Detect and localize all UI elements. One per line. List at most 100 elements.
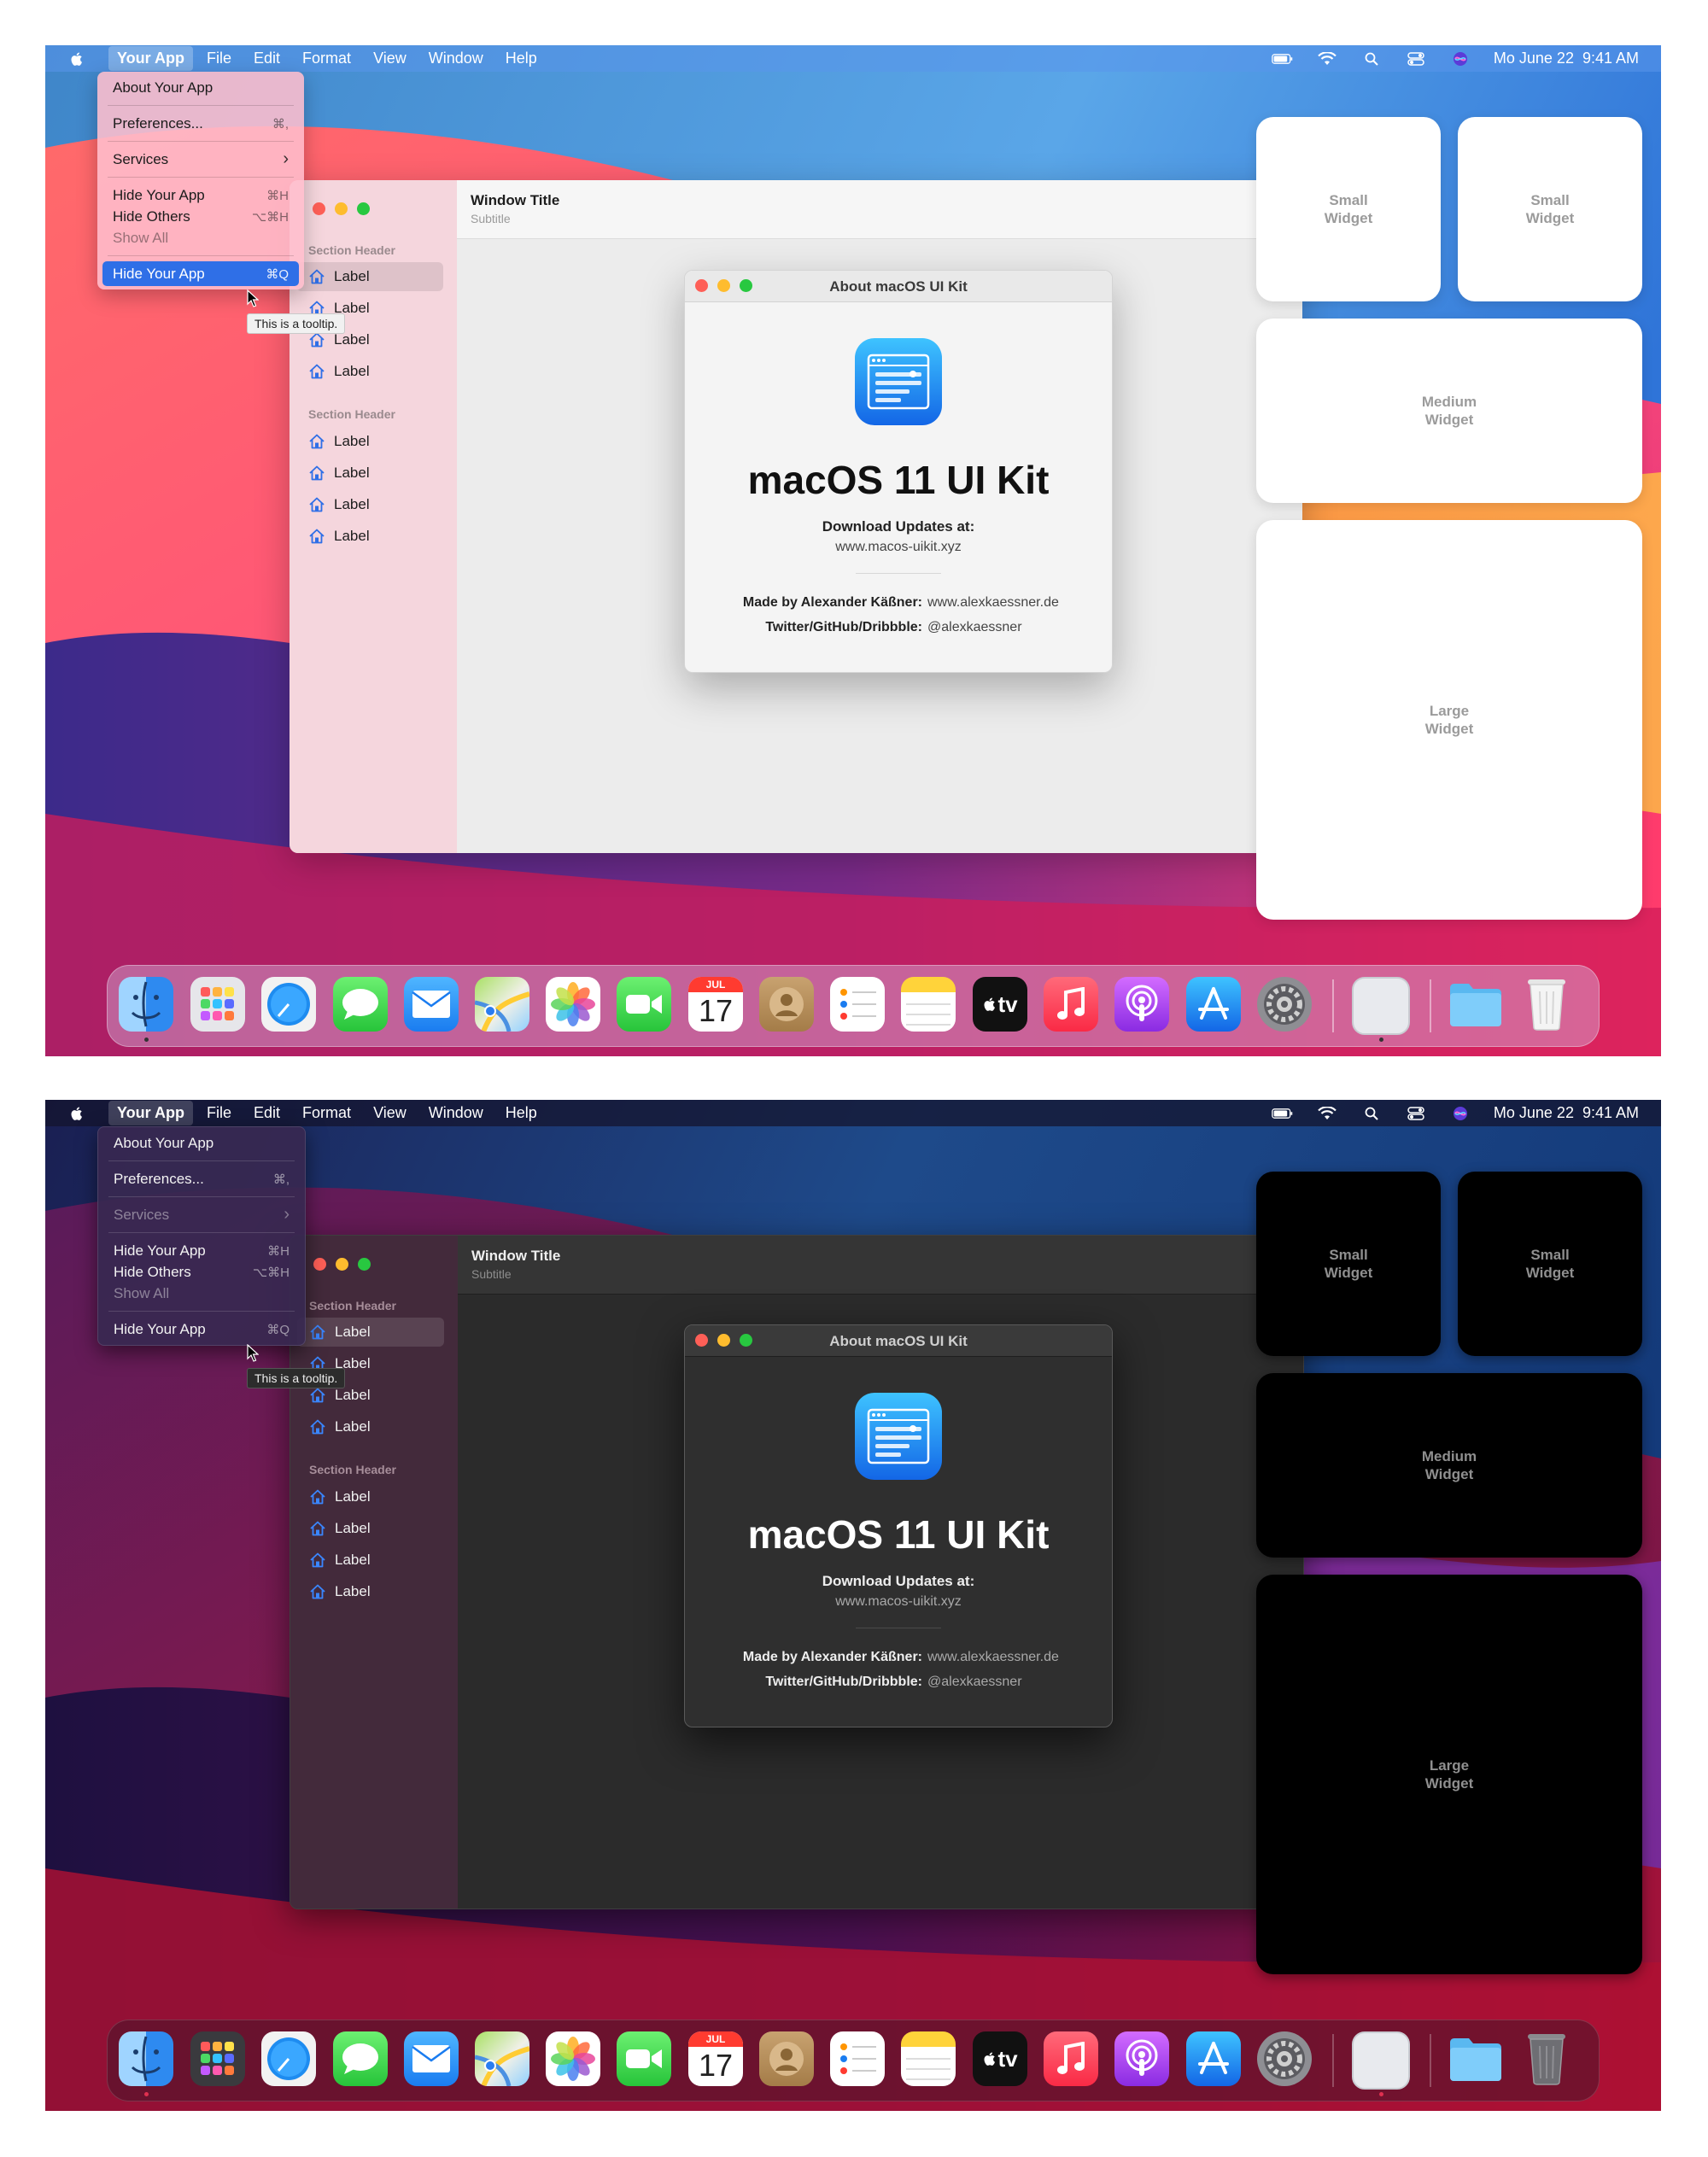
download-link[interactable]: www.macos-uikit.xyz [685, 540, 1112, 555]
menu-format[interactable]: Format [294, 46, 360, 71]
made-by-link[interactable]: www.alexkaessner.de [927, 595, 1059, 611]
launchpad-icon[interactable] [190, 2031, 245, 2086]
small-widget[interactable]: Small Widget [1458, 117, 1642, 301]
battery-icon[interactable] [1272, 1105, 1294, 1122]
apple-tv-icon[interactable]: tv [973, 977, 1027, 1032]
menu-item-services[interactable]: Services › [98, 1202, 305, 1227]
control-center-icon[interactable] [1405, 50, 1427, 67]
menu-help[interactable]: Help [497, 1101, 546, 1125]
sidebar-item[interactable]: Label [296, 490, 443, 519]
maps-icon[interactable] [475, 2031, 529, 2086]
blank-app-icon[interactable] [1352, 2031, 1410, 2090]
notes-icon[interactable] [901, 2031, 956, 2086]
menu-help[interactable]: Help [497, 46, 546, 71]
sidebar-item[interactable]: Label [296, 522, 443, 551]
messages-icon[interactable] [333, 977, 388, 1032]
safari-icon[interactable] [261, 2031, 316, 2086]
app-store-icon[interactable] [1186, 2031, 1241, 2086]
menu-window[interactable]: Window [420, 1101, 492, 1125]
menu-item-preferences[interactable]: Preferences... ⌘, [97, 111, 304, 136]
menu-item-show-all[interactable]: Show All [97, 225, 304, 250]
menu-file[interactable]: File [198, 46, 240, 71]
sidebar-item[interactable]: Label [296, 262, 443, 291]
maps-icon[interactable] [475, 977, 529, 1032]
safari-icon[interactable] [261, 977, 316, 1032]
control-center-icon[interactable] [1405, 1105, 1427, 1122]
messages-icon[interactable] [333, 2031, 388, 2086]
minimize-button[interactable] [335, 202, 348, 215]
finder-icon[interactable] [119, 977, 173, 1032]
menu-format[interactable]: Format [294, 1101, 360, 1125]
folder-icon[interactable] [1448, 2031, 1503, 2086]
reminders-icon[interactable] [830, 2031, 885, 2086]
medium-widget[interactable]: Medium Widget [1256, 1373, 1642, 1558]
spotlight-search-icon[interactable] [1360, 50, 1383, 67]
menu-item-show-all[interactable]: Show All [98, 1281, 305, 1306]
system-preferences-icon[interactable] [1257, 977, 1312, 1032]
sidebar-item[interactable]: Label [297, 1577, 444, 1606]
social-handle[interactable]: @alexkaessner [927, 1675, 1022, 1690]
facetime-icon[interactable] [617, 2031, 671, 2086]
contacts-icon[interactable] [759, 2031, 814, 2086]
menu-edit[interactable]: Edit [245, 46, 289, 71]
music-icon[interactable] [1044, 977, 1098, 1032]
launchpad-icon[interactable] [190, 977, 245, 1032]
trash-icon[interactable] [1519, 2031, 1574, 2086]
menu-item-hide-app-quit[interactable]: Hide Your App ⌘Q [98, 1317, 305, 1342]
menu-item-services[interactable]: Services › [97, 147, 304, 172]
sidebar-item[interactable]: Label [296, 357, 443, 386]
zoom-button[interactable] [357, 202, 370, 215]
sidebar-item[interactable]: Label [297, 1482, 444, 1511]
small-widget[interactable]: Small Widget [1256, 1172, 1441, 1356]
date-time[interactable]: Mo June 22 9:41 AM [1494, 1104, 1639, 1122]
battery-icon[interactable] [1272, 50, 1294, 67]
close-button[interactable] [313, 1258, 326, 1271]
music-icon[interactable] [1044, 2031, 1098, 2086]
folder-icon[interactable] [1448, 977, 1503, 1032]
menu-item-about[interactable]: About Your App [98, 1131, 305, 1155]
siri-icon[interactable] [1449, 1105, 1471, 1122]
facetime-icon[interactable] [617, 977, 671, 1032]
app-store-icon[interactable] [1186, 977, 1241, 1032]
notes-icon[interactable] [901, 977, 956, 1032]
download-link[interactable]: www.macos-uikit.xyz [685, 1594, 1112, 1610]
date-time[interactable]: Mo June 22 9:41 AM [1494, 50, 1639, 67]
menu-view[interactable]: View [365, 1101, 415, 1125]
calendar-icon[interactable]: JUL 17 [688, 977, 743, 1032]
made-by-link[interactable]: www.alexkaessner.de [927, 1650, 1059, 1665]
blank-app-icon[interactable] [1352, 977, 1410, 1035]
social-handle[interactable]: @alexkaessner [927, 620, 1022, 635]
menu-file[interactable]: File [198, 1101, 240, 1125]
sidebar-item[interactable]: Label [297, 1514, 444, 1543]
zoom-button[interactable] [358, 1258, 371, 1271]
wifi-icon[interactable] [1316, 50, 1338, 67]
sidebar-item[interactable]: Label [297, 1318, 444, 1347]
menu-view[interactable]: View [365, 46, 415, 71]
sidebar-item[interactable]: Label [297, 1546, 444, 1575]
menu-window[interactable]: Window [420, 46, 492, 71]
menu-edit[interactable]: Edit [245, 1101, 289, 1125]
menu-item-preferences[interactable]: Preferences... ⌘, [98, 1166, 305, 1191]
finder-icon[interactable] [119, 2031, 173, 2086]
menu-item-hide-app-highlighted[interactable]: Hide Your App ⌘Q [102, 261, 299, 286]
large-widget[interactable]: Large Widget [1256, 1575, 1642, 1974]
siri-icon[interactable] [1449, 50, 1471, 67]
menu-your-app[interactable]: Your App [108, 1101, 193, 1125]
photos-icon[interactable] [546, 2031, 600, 2086]
podcasts-icon[interactable] [1114, 977, 1169, 1032]
small-widget[interactable]: Small Widget [1458, 1172, 1642, 1356]
wifi-icon[interactable] [1316, 1105, 1338, 1122]
apple-tv-icon[interactable]: tv [973, 2031, 1027, 2086]
spotlight-search-icon[interactable] [1360, 1105, 1383, 1122]
apple-menu-icon[interactable] [69, 50, 86, 68]
calendar-icon[interactable]: JUL 17 [688, 2031, 743, 2086]
minimize-button[interactable] [336, 1258, 348, 1271]
trash-icon[interactable] [1519, 977, 1574, 1032]
menu-item-about[interactable]: About Your App [97, 75, 304, 100]
contacts-icon[interactable] [759, 977, 814, 1032]
close-button[interactable] [313, 202, 325, 215]
mail-icon[interactable] [404, 977, 459, 1032]
reminders-icon[interactable] [830, 977, 885, 1032]
small-widget[interactable]: Small Widget [1256, 117, 1441, 301]
large-widget[interactable]: Large Widget [1256, 520, 1642, 920]
